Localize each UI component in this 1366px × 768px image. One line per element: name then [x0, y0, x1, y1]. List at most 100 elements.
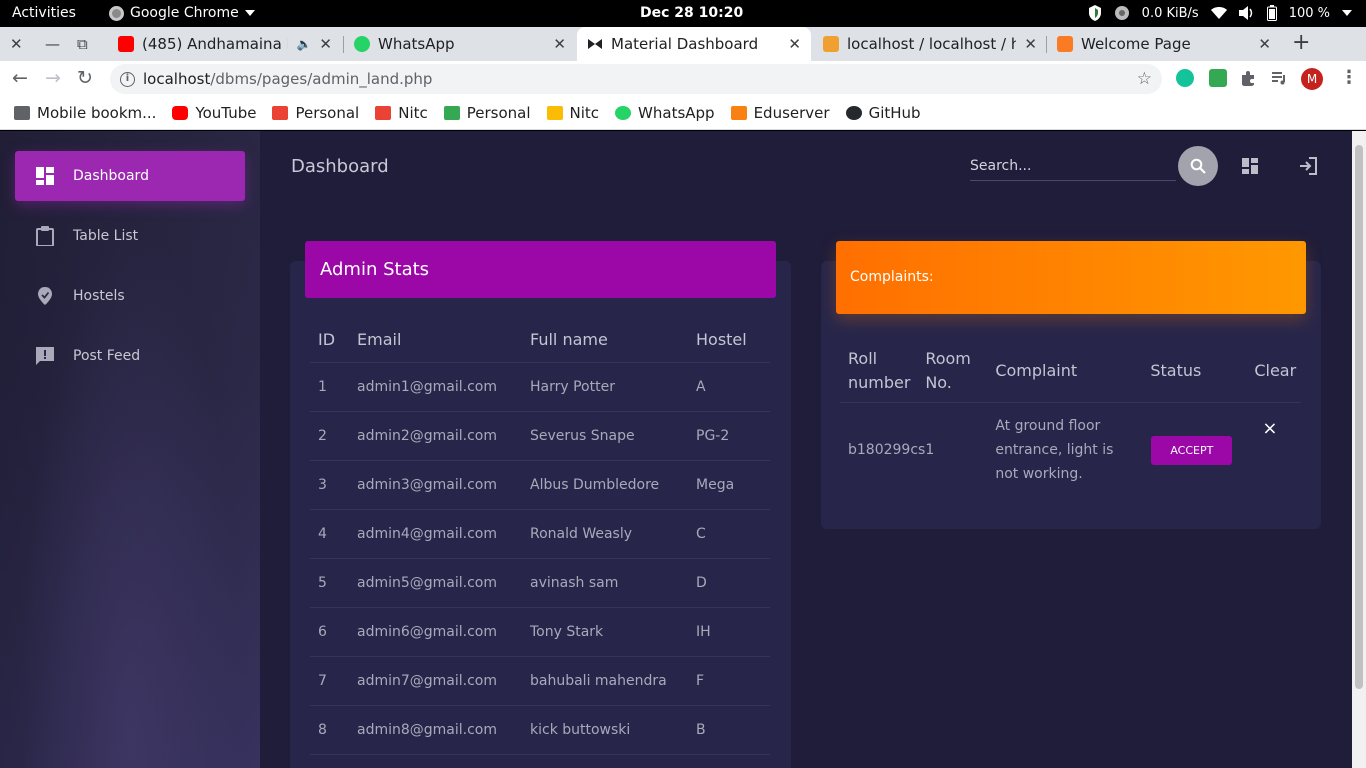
- cell-hostel: PG-2: [696, 411, 770, 461]
- cell-email: admin7@gmail.com: [357, 656, 530, 706]
- net-speed: 0.0 KiB/s: [1141, 5, 1199, 21]
- reload-icon[interactable]: ↻: [77, 67, 93, 89]
- back-icon[interactable]: ←: [12, 67, 28, 89]
- tab-material-dashboard[interactable]: Material Dashboard ✕: [577, 27, 811, 61]
- sidebar-item-dashboard[interactable]: Dashboard: [15, 151, 245, 201]
- address-bar[interactable]: i localhost/dbms/pages/admin_land.php ☆: [110, 64, 1162, 94]
- more-menu-icon[interactable]: ⋮: [1340, 67, 1358, 88]
- cell-id: 5: [310, 558, 357, 608]
- admin-stats-table: ID Email Full name Hostel 1 admin1@gmail.…: [310, 318, 770, 755]
- cell-hostel: A: [696, 362, 770, 412]
- cell-id: 7: [310, 656, 357, 706]
- search-input[interactable]: [970, 151, 1176, 181]
- column-header-clear: Clear: [1245, 338, 1301, 403]
- column-header-email: Email: [357, 318, 530, 363]
- close-tab-icon[interactable]: ✕: [1024, 35, 1037, 53]
- cell-hostel: IH: [696, 607, 770, 657]
- close-tab-icon[interactable]: ✕: [553, 35, 566, 53]
- restore-window-icon[interactable]: ⧉: [77, 35, 88, 53]
- bookmark-eduserver[interactable]: Eduserver: [730, 104, 830, 122]
- speaker-icon[interactable]: 🔈: [296, 37, 311, 51]
- close-tab-icon[interactable]: ✕: [788, 35, 801, 53]
- bookmark-whatsapp[interactable]: WhatsApp: [615, 104, 715, 122]
- forward-icon[interactable]: →: [45, 67, 61, 89]
- bookmark-label: Personal: [295, 104, 360, 122]
- admin-stats-header: Admin Stats: [305, 241, 776, 298]
- app-name: Google Chrome: [130, 5, 239, 21]
- site-info-icon[interactable]: i: [120, 71, 135, 87]
- dashboard-icon: [36, 167, 54, 185]
- cell-clear: ×: [1245, 402, 1301, 498]
- bookmark-gmail-personal[interactable]: Personal: [272, 104, 359, 122]
- logout-icon[interactable]: [1298, 156, 1318, 176]
- bookmark-label: Mobile bookm...: [37, 104, 157, 122]
- clock[interactable]: Dec 28 10:20: [640, 5, 743, 21]
- new-tab-icon[interactable]: +: [1292, 30, 1310, 55]
- cell-email: admin4@gmail.com: [357, 509, 530, 559]
- chrome-icon: [109, 5, 124, 21]
- column-header-room-no: Room No.: [925, 338, 988, 403]
- wifi-icon: [1210, 7, 1227, 19]
- cell-id: 2: [310, 411, 357, 461]
- cell-id: 1: [310, 362, 357, 412]
- profile-avatar[interactable]: M: [1301, 68, 1323, 90]
- xampp-favicon-icon: [1057, 36, 1073, 52]
- chevron-down-icon: [1342, 10, 1352, 16]
- table-row: 1 admin1@gmail.com Harry Potter A: [310, 362, 770, 412]
- folder-icon: [14, 106, 30, 120]
- volume-icon: [1238, 6, 1252, 20]
- activities-button[interactable]: Activities: [12, 5, 76, 21]
- grammarly-icon[interactable]: [1176, 69, 1194, 87]
- cell-email: admin1@gmail.com: [357, 362, 530, 412]
- bookmark-github[interactable]: GitHub: [845, 104, 921, 122]
- bookmark-star-icon[interactable]: ☆: [1137, 69, 1152, 89]
- bookmark-drive-nitc[interactable]: Nitc: [546, 104, 599, 122]
- bookmark-mobile[interactable]: Mobile bookm...: [14, 104, 156, 122]
- accept-button[interactable]: ACCEPT: [1151, 435, 1233, 465]
- tab-title: Welcome Page: [1081, 35, 1191, 53]
- tab-title: WhatsApp: [378, 35, 455, 53]
- extension-eyedropper-icon[interactable]: [1209, 69, 1227, 87]
- tab-youtube[interactable]: (485) Andhamaina Pre 🔈 ✕: [108, 27, 342, 61]
- cell-email: admin3@gmail.com: [357, 460, 530, 510]
- tab-welcome-page[interactable]: Welcome Page ✕: [1047, 27, 1281, 61]
- close-tab-icon[interactable]: ✕: [1258, 35, 1271, 53]
- tab-whatsapp[interactable]: WhatsApp ✕: [344, 27, 576, 61]
- close-tab-icon[interactable]: ✕: [319, 35, 332, 53]
- sidebar-item-label: Post Feed: [73, 348, 141, 364]
- cell-email: admin2@gmail.com: [357, 411, 530, 461]
- tab-title: localhost / localhost / ho: [847, 35, 1017, 53]
- media-queue-icon[interactable]: [1270, 69, 1288, 87]
- scrollbar-thumb[interactable]: [1355, 145, 1363, 689]
- google-drive-icon: [546, 106, 563, 120]
- feedback-icon: [36, 347, 54, 365]
- search-button[interactable]: [1178, 146, 1218, 186]
- phpmyadmin-favicon-icon: [823, 36, 839, 52]
- bookmark-drive-personal[interactable]: Personal: [443, 104, 531, 122]
- url-path: /dbms/pages/admin_land.php: [210, 70, 433, 88]
- minimize-window-icon[interactable]: —: [45, 35, 60, 53]
- dashboard-icon[interactable]: [1240, 156, 1260, 176]
- sidebar-item-post-feed[interactable]: Post Feed: [15, 331, 245, 381]
- bookmark-youtube[interactable]: YouTube: [172, 104, 256, 122]
- bowtie-favicon-icon: [588, 39, 602, 49]
- sidebar-item-label: Dashboard: [73, 168, 149, 184]
- close-window-icon[interactable]: ✕: [10, 35, 23, 53]
- sidebar-item-hostels[interactable]: Hostels: [15, 271, 245, 321]
- bookmark-label: Personal: [466, 104, 531, 122]
- bookmark-gmail-nitc[interactable]: Nitc: [375, 104, 428, 122]
- clear-icon[interactable]: ×: [1262, 418, 1277, 439]
- table-row: b180299cs 1 At ground floor entrance, li…: [840, 402, 1301, 498]
- cell-id: 6: [310, 607, 357, 657]
- app-menu[interactable]: Google Chrome: [109, 5, 255, 21]
- youtube-favicon-icon: [118, 36, 134, 52]
- sidebar-item-table-list[interactable]: Table List: [15, 211, 245, 261]
- tab-phpmyadmin[interactable]: localhost / localhost / ho ✕: [813, 27, 1047, 61]
- extensions-puzzle-icon[interactable]: [1239, 69, 1257, 87]
- search-icon: [1190, 158, 1206, 174]
- bookmarks-bar: Mobile bookm... YouTube Personal Nitc Pe…: [0, 97, 1366, 130]
- system-tray[interactable]: 0.0 KiB/s 100 %: [1088, 5, 1352, 21]
- page-scrollbar[interactable]: [1352, 131, 1366, 768]
- tab-title: (485) Andhamaina Pre: [142, 35, 288, 53]
- column-header-status: Status: [1145, 338, 1246, 403]
